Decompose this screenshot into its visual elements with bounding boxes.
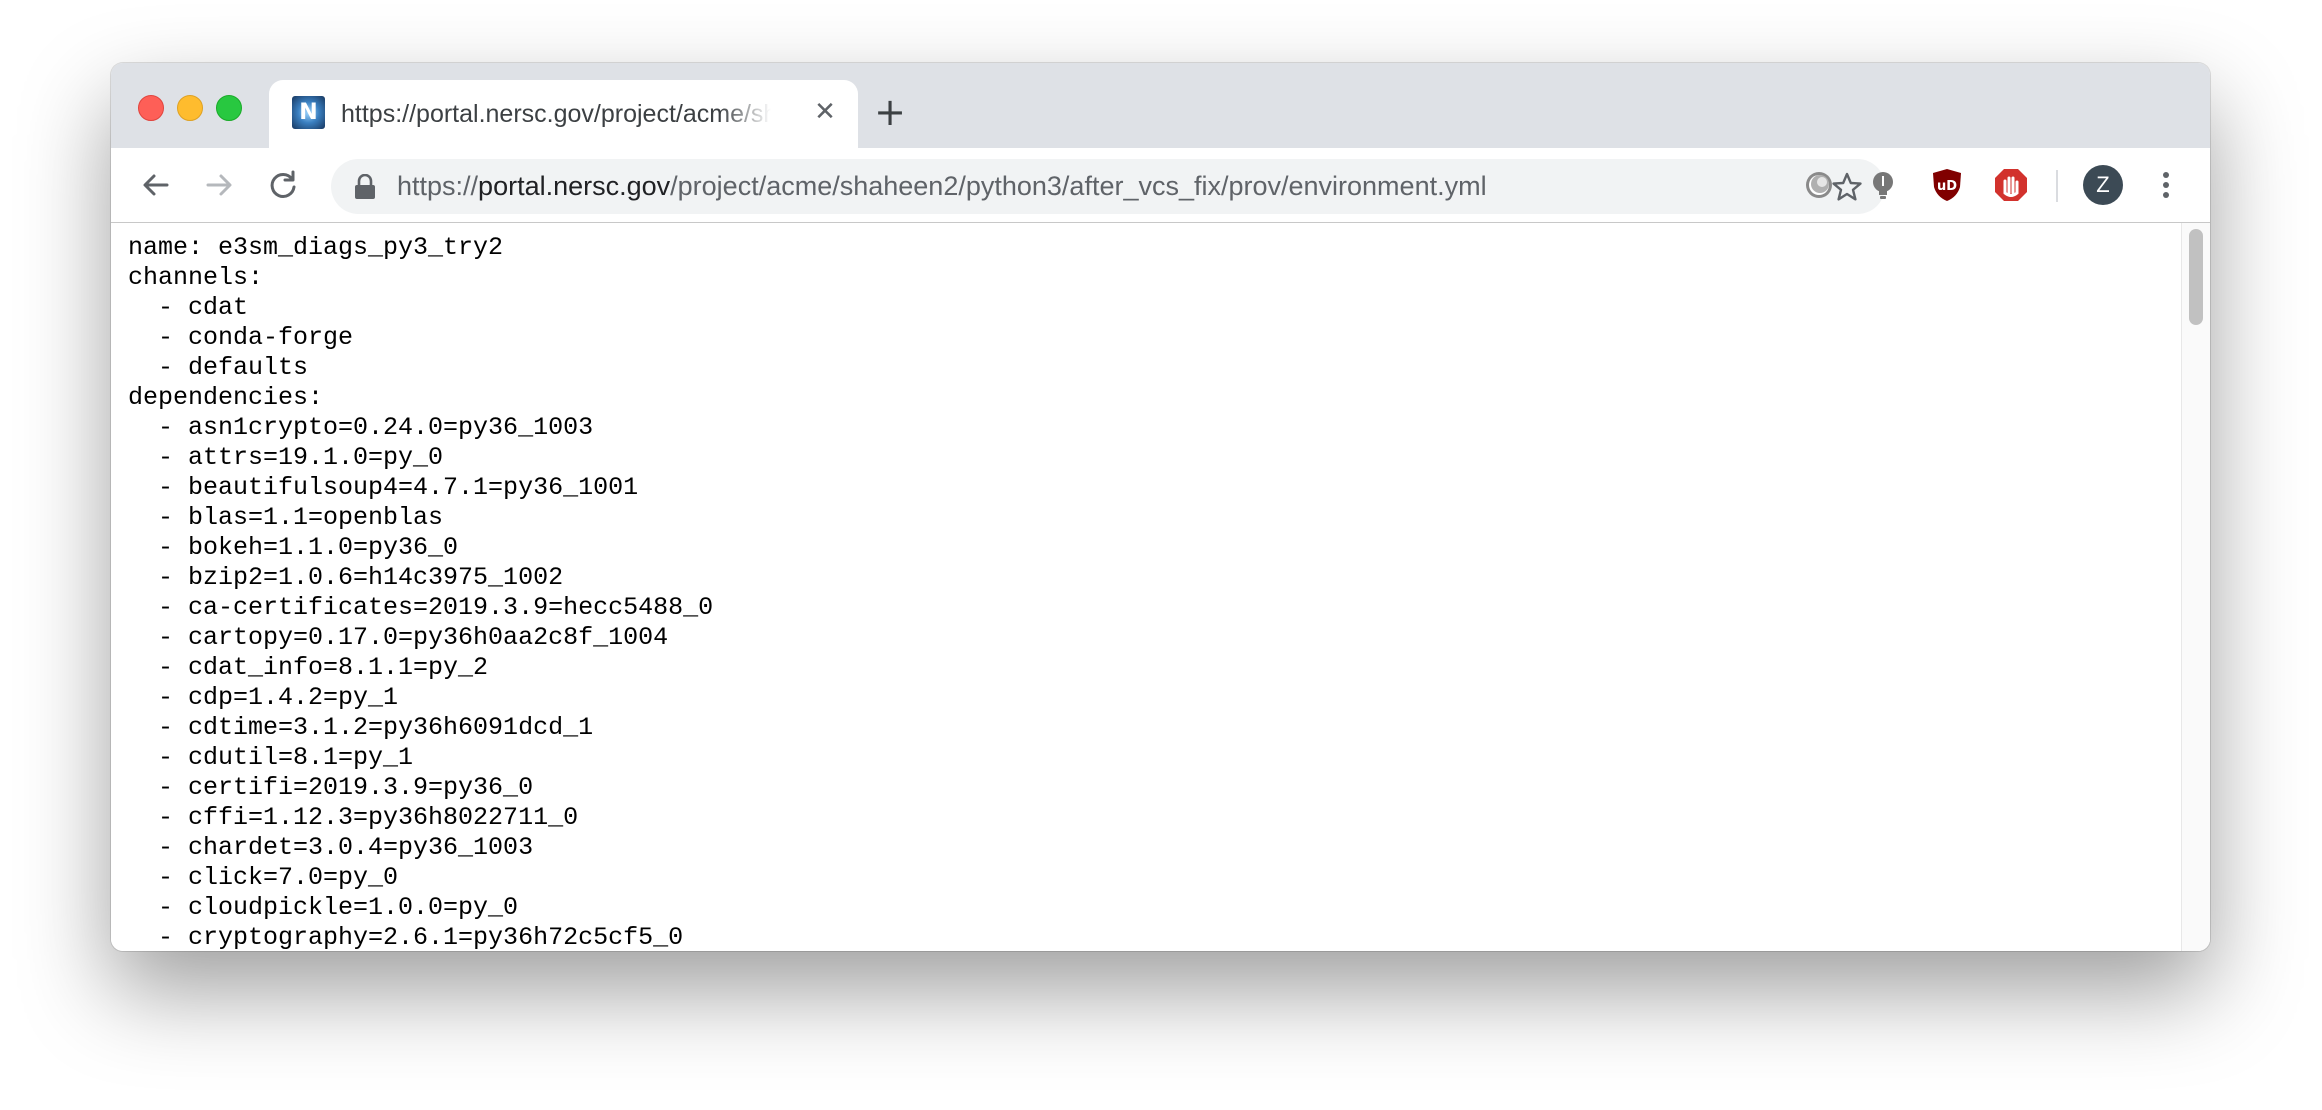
vertical-scrollbar[interactable] xyxy=(2181,223,2210,951)
document-line: - ca-certificates=2019.3.9=hecc5488_0 xyxy=(128,593,714,622)
document-line: - defaults xyxy=(128,353,309,382)
document-line: - bzip2=1.0.6=h14c3975_1002 xyxy=(128,563,564,592)
document-line: - cartopy=0.17.0=py36h0aa2c8f_1004 xyxy=(128,623,669,652)
forward-button[interactable] xyxy=(199,165,239,205)
tab-strip: N https://portal.nersc.gov/project/acme/… xyxy=(111,63,2210,148)
page-content: name: e3sm_diags_py3_try2 channels: - cda… xyxy=(111,223,2210,951)
yaml-document: name: e3sm_diags_py3_try2 channels: - cda… xyxy=(128,233,713,951)
document-line: - cdat xyxy=(128,293,249,322)
svg-text:uD: uD xyxy=(1937,179,1957,194)
url-host: portal.nersc.gov xyxy=(478,171,671,201)
adblock-extension-icon[interactable] xyxy=(1993,167,2029,203)
url-path: /project/acme/shaheen2/python3/after_vcs… xyxy=(670,171,1487,201)
document-line: channels: xyxy=(128,263,264,292)
tab-title: https://portal.nersc.gov/project/acme/sh… xyxy=(341,100,771,128)
document-line: name: e3sm_diags_py3_try2 xyxy=(128,233,504,262)
document-line: - cdp=1.4.2=py_1 xyxy=(128,683,399,712)
document-line: - cdat_info=8.1.1=py_2 xyxy=(128,653,489,682)
toolbar-separator xyxy=(2056,170,2058,202)
document-line: - asn1crypto=0.24.0=py36_1003 xyxy=(128,413,594,442)
address-bar[interactable]: https://portal.nersc.gov/project/acme/sh… xyxy=(331,159,1885,214)
new-tab-button[interactable]: + xyxy=(871,93,909,131)
tab-environment-yml[interactable]: N https://portal.nersc.gov/project/acme/… xyxy=(269,80,858,148)
reload-button[interactable] xyxy=(263,165,303,205)
document-line: - blas=1.1=openblas xyxy=(128,503,444,532)
close-icon[interactable]: ✕ xyxy=(809,96,841,128)
window-zoom-button[interactable] xyxy=(216,95,242,121)
document-line: - chardet=3.0.4=py36_1003 xyxy=(128,833,534,862)
ublock-extension-icon[interactable]: uD xyxy=(1929,167,1965,203)
scrollbar-thumb[interactable] xyxy=(2189,229,2203,325)
document-line: - cryptography=2.6.1=py36h72c5cf5_0 xyxy=(128,923,684,951)
document-line: - bokeh=1.1.0=py36_0 xyxy=(128,533,459,562)
document-line: - cdutil=8.1=py_1 xyxy=(128,743,414,772)
circle-extension-icon[interactable] xyxy=(1801,167,1837,203)
document-line: - click=7.0=py_0 xyxy=(128,863,399,892)
profile-avatar[interactable]: Z xyxy=(2083,165,2123,205)
arrow-left-icon xyxy=(143,174,169,196)
document-line: - beautifulsoup4=4.7.1=py36_1001 xyxy=(128,473,639,502)
browser-window: N https://portal.nersc.gov/project/acme/… xyxy=(111,63,2210,951)
browser-toolbar: https://portal.nersc.gov/project/acme/sh… xyxy=(111,148,2210,223)
document-line: - cloudpickle=1.0.0=py_0 xyxy=(128,893,519,922)
nersc-favicon-icon: N xyxy=(292,96,325,129)
window-close-button[interactable] xyxy=(138,95,164,121)
document-line: - attrs=19.1.0=py_0 xyxy=(128,443,444,472)
lightbulb-extension-icon[interactable] xyxy=(1865,167,1901,203)
document-line: - cdtime=3.1.2=py36h6091dcd_1 xyxy=(128,713,594,742)
url-text[interactable]: https://portal.nersc.gov/project/acme/sh… xyxy=(397,159,1487,214)
document-line: - certifi=2019.3.9=py36_0 xyxy=(128,773,534,802)
lock-icon xyxy=(355,174,375,199)
back-button[interactable] xyxy=(136,165,176,205)
document-line: - cffi=1.12.3=py36h8022711_0 xyxy=(128,803,579,832)
document-line: - conda-forge xyxy=(128,323,354,352)
reload-icon xyxy=(270,170,296,198)
url-scheme: https:// xyxy=(397,171,479,201)
window-minimize-button[interactable] xyxy=(177,95,203,121)
document-line: dependencies: xyxy=(128,383,324,412)
kebab-menu-icon[interactable] xyxy=(2151,165,2181,205)
arrow-right-icon xyxy=(206,174,232,196)
